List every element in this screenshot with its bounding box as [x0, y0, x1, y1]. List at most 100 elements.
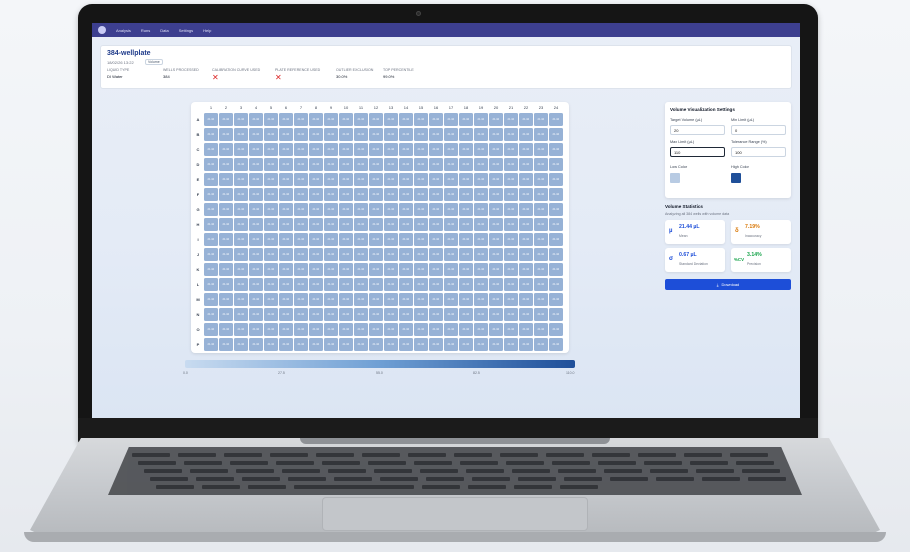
plate-well[interactable]: 21.44 — [504, 203, 518, 216]
plate-well[interactable]: 21.44 — [429, 203, 443, 216]
plate-well[interactable]: 21.44 — [444, 263, 458, 276]
plate-well[interactable]: 21.44 — [219, 338, 233, 351]
plate-well[interactable]: 21.44 — [444, 203, 458, 216]
plate-well[interactable]: 21.44 — [249, 158, 263, 171]
plate-well[interactable]: 21.44 — [429, 218, 443, 231]
max-limit-input[interactable]: 110 — [670, 147, 725, 157]
plate-well[interactable]: 21.44 — [324, 128, 338, 141]
plate-well[interactable]: 21.44 — [339, 233, 353, 246]
plate-well[interactable]: 21.44 — [444, 173, 458, 186]
plate-well[interactable]: 21.44 — [204, 263, 218, 276]
plate-well[interactable]: 21.44 — [309, 173, 323, 186]
plate-well[interactable]: 21.44 — [234, 308, 248, 321]
plate-well[interactable]: 21.44 — [324, 293, 338, 306]
plate-well[interactable]: 21.44 — [504, 263, 518, 276]
plate-well[interactable]: 21.44 — [279, 248, 293, 261]
plate-well[interactable]: 21.44 — [489, 338, 503, 351]
plate-well[interactable]: 21.44 — [219, 203, 233, 216]
plate-well[interactable]: 21.44 — [219, 173, 233, 186]
plate-well[interactable]: 21.44 — [444, 248, 458, 261]
plate-well[interactable]: 21.44 — [264, 323, 278, 336]
plate-well[interactable]: 21.44 — [429, 173, 443, 186]
plate-well[interactable]: 21.44 — [549, 188, 563, 201]
plate-well[interactable]: 21.44 — [369, 293, 383, 306]
plate-well[interactable]: 21.44 — [219, 128, 233, 141]
plate-well[interactable]: 21.44 — [294, 323, 308, 336]
plate-well[interactable]: 21.44 — [399, 293, 413, 306]
plate-well[interactable]: 21.44 — [429, 263, 443, 276]
plate-well[interactable]: 21.44 — [249, 263, 263, 276]
plate-well[interactable]: 21.44 — [489, 113, 503, 126]
plate-well[interactable]: 21.44 — [384, 263, 398, 276]
plate-well[interactable]: 21.44 — [294, 218, 308, 231]
target-volume-input[interactable]: 20 — [670, 125, 725, 135]
plate-well[interactable]: 21.44 — [309, 278, 323, 291]
plate-well[interactable]: 21.44 — [264, 173, 278, 186]
plate-well[interactable]: 21.44 — [354, 113, 368, 126]
plate-well[interactable]: 21.44 — [414, 158, 428, 171]
plate-well[interactable]: 21.44 — [384, 188, 398, 201]
plate-well[interactable]: 21.44 — [549, 278, 563, 291]
plate-well[interactable]: 21.44 — [249, 188, 263, 201]
plate-well[interactable]: 21.44 — [279, 128, 293, 141]
plate-well[interactable]: 21.44 — [474, 173, 488, 186]
plate-well[interactable]: 21.44 — [444, 323, 458, 336]
plate-well[interactable]: 21.44 — [399, 143, 413, 156]
plate-well[interactable]: 21.44 — [249, 308, 263, 321]
plate-well[interactable]: 21.44 — [339, 218, 353, 231]
plate-well[interactable]: 21.44 — [279, 188, 293, 201]
plate-well[interactable]: 21.44 — [384, 158, 398, 171]
plate-well[interactable]: 21.44 — [324, 338, 338, 351]
plate-well[interactable]: 21.44 — [519, 308, 533, 321]
plate-well[interactable]: 21.44 — [549, 218, 563, 231]
plate-well[interactable]: 21.44 — [324, 173, 338, 186]
plate-well[interactable]: 21.44 — [459, 323, 473, 336]
plate-well[interactable]: 21.44 — [354, 263, 368, 276]
plate-well[interactable]: 21.44 — [534, 113, 548, 126]
plate-well[interactable]: 21.44 — [264, 248, 278, 261]
plate-well[interactable]: 21.44 — [489, 263, 503, 276]
plate-well[interactable]: 21.44 — [324, 278, 338, 291]
plate-well[interactable]: 21.44 — [369, 233, 383, 246]
plate-well[interactable]: 21.44 — [519, 113, 533, 126]
plate-well[interactable]: 21.44 — [399, 158, 413, 171]
plate-well[interactable]: 21.44 — [234, 323, 248, 336]
plate-well[interactable]: 21.44 — [264, 218, 278, 231]
plate-well[interactable]: 21.44 — [219, 233, 233, 246]
plate-well[interactable]: 21.44 — [534, 308, 548, 321]
plate-well[interactable]: 21.44 — [504, 323, 518, 336]
plate-well[interactable]: 21.44 — [549, 113, 563, 126]
plate-well[interactable]: 21.44 — [429, 158, 443, 171]
low-color-swatch[interactable] — [670, 173, 680, 183]
plate-well[interactable]: 21.44 — [444, 308, 458, 321]
plate-well[interactable]: 21.44 — [504, 173, 518, 186]
plate-well[interactable]: 21.44 — [339, 248, 353, 261]
plate-well[interactable]: 21.44 — [504, 158, 518, 171]
plate-well[interactable]: 21.44 — [339, 338, 353, 351]
plate-well[interactable]: 21.44 — [474, 323, 488, 336]
plate-well[interactable]: 21.44 — [414, 188, 428, 201]
plate-well[interactable]: 21.44 — [444, 158, 458, 171]
plate-well[interactable]: 21.44 — [369, 128, 383, 141]
plate-well[interactable]: 21.44 — [474, 188, 488, 201]
plate-well[interactable]: 21.44 — [354, 188, 368, 201]
plate-well[interactable]: 21.44 — [309, 248, 323, 261]
plate-well[interactable]: 21.44 — [369, 173, 383, 186]
plate-well[interactable]: 21.44 — [324, 218, 338, 231]
plate-well[interactable]: 21.44 — [429, 113, 443, 126]
plate-well[interactable]: 21.44 — [429, 293, 443, 306]
plate-well[interactable]: 21.44 — [399, 203, 413, 216]
plate-well[interactable]: 21.44 — [459, 128, 473, 141]
plate-well[interactable]: 21.44 — [444, 278, 458, 291]
plate-well[interactable]: 21.44 — [489, 158, 503, 171]
plate-well[interactable]: 21.44 — [474, 113, 488, 126]
plate-well[interactable]: 21.44 — [429, 188, 443, 201]
plate-well[interactable]: 21.44 — [444, 128, 458, 141]
plate-well[interactable]: 21.44 — [369, 278, 383, 291]
plate-well[interactable]: 21.44 — [309, 143, 323, 156]
plate-well[interactable]: 21.44 — [369, 338, 383, 351]
plate-well[interactable]: 21.44 — [399, 233, 413, 246]
plate-well[interactable]: 21.44 — [354, 308, 368, 321]
plate-well[interactable]: 21.44 — [519, 278, 533, 291]
plate-well[interactable]: 21.44 — [264, 128, 278, 141]
